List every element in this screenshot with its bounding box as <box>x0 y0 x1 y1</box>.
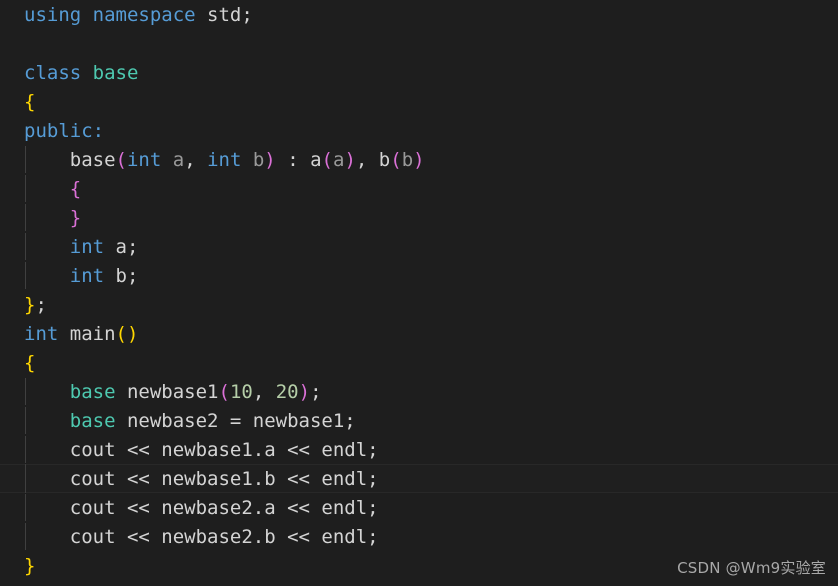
code-token: cout << newbase1.b << endl; <box>24 468 379 490</box>
code-line[interactable]: { <box>0 87 838 116</box>
code-token: ( <box>115 149 127 171</box>
code-line[interactable]: base newbase1(10, 20); <box>0 377 838 406</box>
code-token: } <box>69 207 82 229</box>
code-token: base <box>69 381 116 403</box>
code-token: a <box>172 149 185 171</box>
code-token: main <box>69 323 116 345</box>
code-token: b; <box>115 265 139 287</box>
csdn-watermark: CSDN @Wm9实验室 <box>677 559 826 577</box>
code-token: b <box>378 149 391 171</box>
code-line[interactable]: base newbase2 = newbase1; <box>0 406 838 435</box>
code-token: a <box>310 149 322 171</box>
code-line[interactable]: } <box>0 203 838 232</box>
code-line[interactable]: int b; <box>0 261 838 290</box>
code-token: : <box>275 149 311 171</box>
code-token: } <box>24 294 36 316</box>
code-token: int <box>126 149 173 171</box>
code-line[interactable]: class base <box>0 58 838 87</box>
code-token: newbase1 <box>115 381 219 403</box>
code-token: ; <box>35 294 47 316</box>
code-token: a <box>332 149 345 171</box>
code-token: ; <box>310 381 322 403</box>
code-token: 20 <box>275 381 299 403</box>
code-token: , <box>355 149 379 171</box>
code-token: } <box>24 555 36 577</box>
code-token: ) <box>264 149 276 171</box>
code-content[interactable]: using namespace std; class base{public: … <box>0 0 838 580</box>
code-token: cout << newbase2.a << endl; <box>24 497 379 519</box>
code-line[interactable]: public: <box>0 116 838 145</box>
code-line[interactable]: cout << newbase2.b << endl; <box>0 522 838 551</box>
code-token: int <box>24 323 70 345</box>
code-token: cout << newbase1.a << endl; <box>24 439 379 461</box>
code-token: base <box>69 410 116 432</box>
code-token: a; <box>115 236 139 258</box>
code-token: { <box>24 352 36 374</box>
code-token: () <box>115 323 139 345</box>
code-line[interactable]: int a; <box>0 232 838 261</box>
code-token: int <box>69 265 116 287</box>
code-token: int <box>207 149 253 171</box>
code-token: ) <box>298 381 311 403</box>
code-token: ( <box>218 381 230 403</box>
code-token: 10 <box>229 381 253 403</box>
code-line[interactable]: cout << newbase1.b << endl; <box>0 464 838 493</box>
code-line[interactable]: cout << newbase1.a << endl; <box>0 435 838 464</box>
code-line[interactable]: base(int a, int b) : a(a), b(b) <box>0 145 838 174</box>
code-token: b <box>252 149 265 171</box>
code-token: base <box>92 62 139 84</box>
code-line[interactable]: int main() <box>0 319 838 348</box>
code-token: { <box>69 178 82 200</box>
code-token: cout << newbase2.b << endl; <box>24 526 379 548</box>
code-line[interactable]: cout << newbase2.a << endl; <box>0 493 838 522</box>
code-line[interactable]: using namespace std; <box>0 0 838 29</box>
code-token: int <box>69 236 116 258</box>
code-token: ) <box>413 149 425 171</box>
code-token: , <box>252 381 276 403</box>
code-token: , <box>184 149 208 171</box>
code-line[interactable]: }; <box>0 290 838 319</box>
code-token: ) <box>344 149 356 171</box>
code-token: ( <box>321 149 333 171</box>
code-line[interactable] <box>0 29 838 58</box>
code-line[interactable]: { <box>0 348 838 377</box>
code-line[interactable]: { <box>0 174 838 203</box>
code-token: using namespace <box>24 4 208 26</box>
code-token: { <box>24 91 36 113</box>
code-editor[interactable]: using namespace std; class base{public: … <box>0 0 838 586</box>
code-token: b <box>401 149 414 171</box>
code-token: public: <box>24 120 105 142</box>
code-token: ( <box>390 149 402 171</box>
code-token: std; <box>207 4 253 26</box>
code-token: class <box>24 62 93 84</box>
code-token: newbase2 = newbase1; <box>115 410 356 432</box>
code-token: base <box>24 149 116 171</box>
